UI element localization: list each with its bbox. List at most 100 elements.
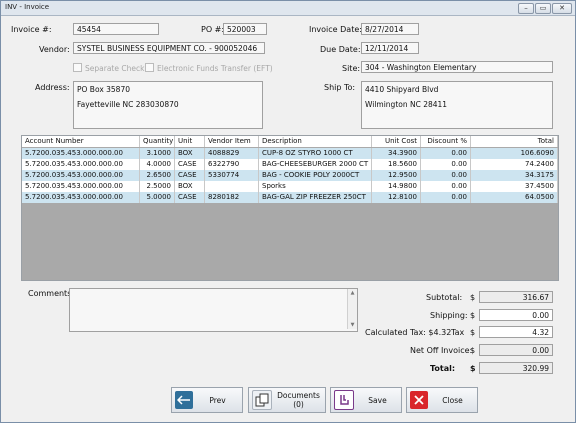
cell: 18.5600: [372, 159, 421, 170]
due-date-label: Due Date:: [320, 45, 361, 54]
cell: 6322790: [205, 159, 259, 170]
prev-button[interactable]: Prev: [171, 387, 243, 413]
column-header[interactable]: Discount %: [421, 136, 471, 147]
table-row[interactable]: 5.7200.035.453.000.000.00 5.0000 CASE 82801…: [22, 192, 558, 203]
cell: 0.00: [421, 192, 471, 203]
cell: 5330774: [205, 170, 259, 181]
column-header[interactable]: Account Number: [22, 136, 140, 147]
cell: 0.00: [421, 181, 471, 192]
cell: 14.9800: [372, 181, 421, 192]
currency-symbol: $: [470, 311, 476, 320]
table-row[interactable]: 5.7200.035.453.000.000.00 3.1000 BOX 408882…: [22, 148, 558, 159]
separate-check-label: Separate Check: [85, 64, 145, 73]
prev-button-label: Prev: [209, 395, 226, 405]
column-header[interactable]: Unit Cost: [372, 136, 421, 147]
table-row[interactable]: 5.7200.035.453.000.000.00 2.6500 CASE 53307…: [22, 170, 558, 181]
documents-button[interactable]: Documents (0): [248, 387, 326, 413]
cell: 5.7200.035.453.000.000.00: [22, 170, 140, 181]
cell: CUP-8 OZ STYRO 1000 CT: [259, 148, 372, 159]
invoice-number-field[interactable]: 45454: [73, 23, 159, 35]
cell: 2.5000: [140, 181, 175, 192]
net-off-invoice-label: Net Off Invoice:: [410, 346, 473, 355]
checkbox-icon: [73, 63, 82, 72]
cell: CASE: [175, 192, 205, 203]
maximize-button[interactable]: ▭: [535, 3, 551, 14]
net-off-invoice-field: 0.00: [479, 344, 553, 356]
comments-scrollbar[interactable]: ▲ ▼: [347, 289, 357, 329]
eft-label: Electronic Funds Transfer (EFT): [157, 64, 273, 73]
shipping-field[interactable]: 0.00: [479, 309, 553, 321]
cell: 5.7200.035.453.000.000.00: [22, 181, 140, 192]
cell: 5.7200.035.453.000.000.00: [22, 159, 140, 170]
arrow-left-icon: [175, 391, 193, 409]
cell: 8280182: [205, 192, 259, 203]
cell: 64.0500: [471, 192, 558, 203]
scroll-up-icon[interactable]: ▲: [348, 289, 357, 297]
close-button[interactable]: Close: [406, 387, 478, 413]
scroll-down-icon[interactable]: ▼: [348, 321, 357, 329]
cell: CASE: [175, 159, 205, 170]
checkbox-icon: [145, 63, 154, 72]
cell: 3.1000: [140, 148, 175, 159]
cell: [205, 181, 259, 192]
cell: 0.00: [421, 148, 471, 159]
currency-symbol: $: [470, 364, 476, 373]
column-header[interactable]: Unit: [175, 136, 205, 147]
address-field[interactable]: PO Box 35870 Fayetteville NC 283030870: [73, 81, 263, 129]
cell: BAG-CHEESEBURGER 2000 CT: [259, 159, 372, 170]
currency-symbol: $: [470, 346, 476, 355]
ship-to-field[interactable]: 4410 Shipyard Blvd Wilmington NC 28411: [361, 81, 553, 129]
cell: BOX: [175, 181, 205, 192]
eft-checkbox[interactable]: Electronic Funds Transfer (EFT): [145, 63, 273, 73]
window-title: INV - Invoice: [5, 3, 50, 11]
line-items-grid: Account Number Quantity Unit Vendor Item…: [21, 135, 559, 281]
invoice-window: INV - Invoice – ▭ ✕ Invoice #: 45454 PO …: [0, 0, 576, 423]
close-button-label: Close: [442, 395, 463, 405]
address-label: Address:: [35, 83, 70, 92]
cell: 74.2400: [471, 159, 558, 170]
due-date-field[interactable]: 12/11/2014: [361, 42, 419, 54]
save-button[interactable]: Save: [330, 387, 402, 413]
po-number-field[interactable]: 520003: [223, 23, 267, 35]
column-header[interactable]: Vendor Item: [205, 136, 259, 147]
cell: 5.7200.035.453.000.000.00: [22, 192, 140, 203]
cell: 4.0000: [140, 159, 175, 170]
subtotal-field: 316.67: [479, 291, 553, 303]
cell: 34.3175: [471, 170, 558, 181]
cell: Sporks: [259, 181, 372, 192]
vendor-field[interactable]: SYSTEL BUSINESS EQUIPMENT CO. - 90005204…: [73, 42, 265, 54]
column-header[interactable]: Total: [471, 136, 558, 147]
table-row[interactable]: 5.7200.035.453.000.000.00 2.5000 BOX Sporks…: [22, 181, 558, 192]
cell: CASE: [175, 170, 205, 181]
title-bar: INV - Invoice – ▭ ✕: [1, 1, 575, 16]
cell: 37.4500: [471, 181, 558, 192]
tax-field[interactable]: 4.32: [479, 326, 553, 338]
invoice-date-field[interactable]: 8/27/2014: [361, 23, 419, 35]
table-row[interactable]: 5.7200.035.453.000.000.00 4.0000 CASE 63227…: [22, 159, 558, 170]
tax-label: Tax: [451, 328, 465, 337]
cell: 106.6090: [471, 148, 558, 159]
cell: 2.6500: [140, 170, 175, 181]
total-label: Total:: [430, 364, 456, 373]
grid-header: Account Number Quantity Unit Vendor Item…: [22, 136, 558, 148]
site-field[interactable]: 304 - Washington Elementary: [361, 61, 553, 73]
cell: BAG - COOKIE POLY 2000CT: [259, 170, 372, 181]
cell: 34.3900: [372, 148, 421, 159]
minimize-button[interactable]: –: [518, 3, 534, 14]
address-line-2: Fayetteville NC 283030870: [77, 100, 179, 109]
po-number-label: PO #:: [201, 25, 225, 34]
column-header[interactable]: Description: [259, 136, 372, 147]
site-label: Site:: [342, 64, 361, 73]
close-window-button[interactable]: ✕: [552, 3, 572, 14]
cell: 5.0000: [140, 192, 175, 203]
separate-check-checkbox[interactable]: Separate Check: [73, 63, 144, 73]
column-header[interactable]: Quantity: [140, 136, 175, 147]
close-icon: [410, 391, 428, 409]
cell: BAG-GAL ZIP FREEZER 250CT: [259, 192, 372, 203]
cell: BOX: [175, 148, 205, 159]
total-field: 320.99: [479, 362, 553, 374]
cell: 4088829: [205, 148, 259, 159]
address-line-1: PO Box 35870: [77, 85, 130, 94]
comments-textarea[interactable]: ▲ ▼: [69, 288, 358, 332]
cell: 0.00: [421, 159, 471, 170]
